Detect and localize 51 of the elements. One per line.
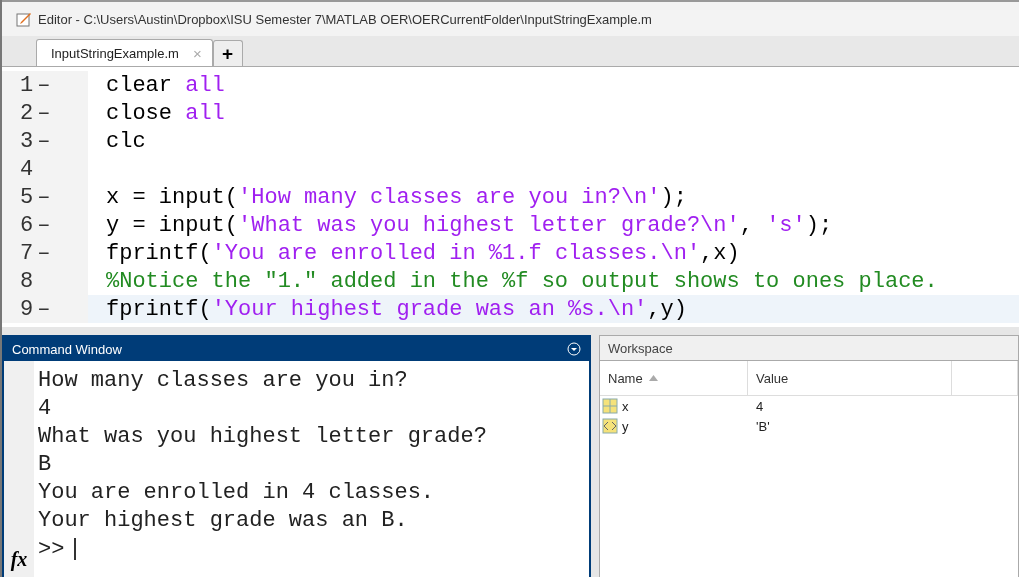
line-number: 7 <box>20 240 34 266</box>
dropdown-icon[interactable] <box>567 342 581 356</box>
line-number: 2 <box>20 100 34 126</box>
code-line: close all <box>105 100 225 126</box>
code-editor[interactable] <box>2 67 1019 327</box>
code-line: x = input('How many classes are you in?\n'); <box>105 184 687 210</box>
console-output: B <box>38 451 53 479</box>
panel-title: Command Window <box>12 341 122 357</box>
console-output: You are enrolled in 4 classes. <box>38 479 436 507</box>
breakpoint-marker[interactable]: – <box>37 212 51 238</box>
command-console[interactable]: How many classes are you in? 4 What was you highest letter grade? B You are enrolled in 4 classes. Your highest grade was an B. >> <box>34 361 589 577</box>
panel-title: Workspace <box>608 340 673 356</box>
function-icon[interactable]: fx <box>10 548 28 571</box>
pencil-icon <box>16 11 32 27</box>
command-prompt: >> <box>38 536 65 562</box>
variable-value: 4 <box>755 398 765 414</box>
line-number: 6 <box>20 212 34 238</box>
console-output: 4 <box>38 395 53 423</box>
console-output: Your highest grade was an B. <box>38 507 409 535</box>
code-line: fprintf('Your highest grade was an %s.\n',y) <box>105 296 687 322</box>
text-cursor <box>74 538 77 560</box>
variable-name[interactable]: x <box>600 398 748 414</box>
new-tab-button[interactable]: + <box>212 40 243 66</box>
line-number: 9 <box>20 296 34 322</box>
code-line: clc <box>105 128 146 154</box>
breakpoint-marker[interactable]: – <box>37 240 51 266</box>
code-line: %Notice the "1." added in the %f so output shows to ones place. <box>105 268 938 294</box>
breakpoint-marker[interactable]: – <box>37 184 51 210</box>
char-array-icon <box>602 418 618 434</box>
column-header[interactable]: Name <box>600 361 748 395</box>
code-line: y = input('What was you highest letter grade?\n', 's'); <box>105 212 833 238</box>
breakpoint-marker[interactable]: – <box>37 72 51 98</box>
sort-ascending-icon <box>648 375 658 381</box>
line-number: 3 <box>20 128 34 154</box>
file-tab[interactable]: InputStringExample.m × <box>36 39 213 66</box>
column-header[interactable]: Value <box>748 361 952 395</box>
line-number: 1 <box>20 72 34 98</box>
breakpoint-marker[interactable]: – <box>37 296 51 322</box>
code-line: clear all <box>105 72 225 98</box>
console-output: What was you highest letter grade? <box>38 423 488 451</box>
window-title: Editor - C:\Users\Austin\Dropbox\ISU Semester 7\MATLAB OER\OERCurrentFolder\InputStringExample.m <box>38 11 652 27</box>
variable-name[interactable]: y <box>600 418 748 434</box>
console-output: How many classes are you in? <box>38 367 409 395</box>
line-number: 8 <box>20 268 34 294</box>
grid-icon <box>602 398 618 414</box>
line-number: 4 <box>20 156 34 182</box>
code-line: fprintf('You are enrolled in %1.f classes.\n',x) <box>105 240 740 266</box>
breakpoint-marker[interactable]: – <box>37 100 51 126</box>
breakpoint-marker[interactable]: – <box>37 128 51 154</box>
variable-value: 'B' <box>755 418 771 434</box>
line-number: 5 <box>20 184 34 210</box>
